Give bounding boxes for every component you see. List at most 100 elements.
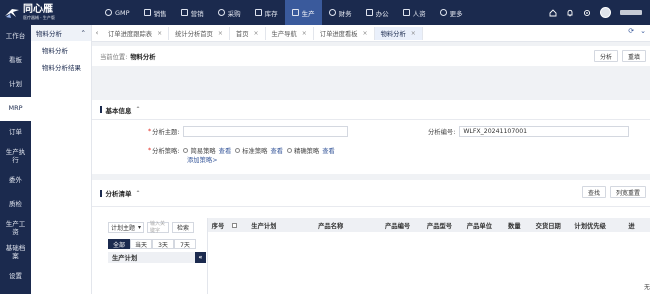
reset-button[interactable]: 重填 bbox=[621, 50, 646, 62]
column-header[interactable]: 产品型号 bbox=[420, 218, 460, 232]
sidebar-item[interactable]: 看板 bbox=[0, 49, 31, 73]
page-tab-bar: ‹ 订单进度跟踪表 × 统计分析首页 × 首页 × 生产导航 × 订单进度看板 × 物料分析 × ⟳ … bbox=[92, 25, 650, 42]
tab-scroll-left-icon[interactable]: ‹ bbox=[92, 29, 102, 37]
analysis-list-header[interactable]: 分析清单 ⌃ bbox=[92, 180, 650, 206]
subnav-item-analysis-results[interactable]: 物料分析结果 bbox=[31, 58, 91, 75]
filter-field-select[interactable]: 计划主题 ▾ bbox=[108, 221, 144, 233]
page-tab[interactable]: 首页 × bbox=[230, 26, 266, 40]
topnav-item[interactable]: 财务 bbox=[322, 0, 359, 25]
view-strategy-link[interactable]: 查看 bbox=[270, 146, 283, 155]
required-marker: * bbox=[148, 147, 152, 154]
column-header[interactable]: 产品名称 bbox=[286, 218, 376, 232]
refresh-icon[interactable]: ⟳ bbox=[628, 27, 634, 35]
page-tab[interactable]: 生产导航 × bbox=[266, 26, 314, 40]
top-right-tools bbox=[549, 0, 642, 25]
close-icon[interactable]: × bbox=[411, 30, 416, 37]
topnav-item[interactable]: 更多 bbox=[433, 0, 470, 25]
home-icon[interactable] bbox=[549, 8, 557, 17]
column-header[interactable]: 交货日期 bbox=[529, 218, 567, 232]
chevron-up-icon: ⌃ bbox=[135, 106, 141, 113]
view-strategy-link[interactable]: 查看 bbox=[219, 146, 232, 155]
sidebar-item[interactable]: 订单 bbox=[0, 121, 31, 145]
number-input[interactable]: WLFX_20241107001 bbox=[459, 126, 630, 137]
double-chevron-left-icon[interactable]: « bbox=[195, 252, 206, 263]
topnav-item[interactable]: 库存 bbox=[248, 0, 285, 25]
table-empty-text: 无 bbox=[643, 284, 650, 291]
date-range-button[interactable]: 7天 bbox=[174, 239, 196, 249]
close-icon[interactable]: × bbox=[302, 30, 307, 37]
strategy-radio[interactable]: 精确策略 查看 bbox=[287, 146, 335, 155]
close-icon[interactable]: × bbox=[254, 30, 259, 37]
page-tab[interactable]: 订单进度跟踪表 × bbox=[102, 26, 170, 40]
number-label: 分析编号: bbox=[428, 129, 456, 136]
column-header[interactable]: 进 bbox=[613, 218, 650, 232]
view-strategy-link[interactable]: 查看 bbox=[322, 146, 335, 155]
find-button[interactable]: 查找 bbox=[581, 186, 606, 198]
sidebar-item[interactable]: 工作台 bbox=[0, 25, 31, 49]
column-header[interactable]: 序号 bbox=[208, 218, 228, 232]
topnav-item[interactable]: GMP bbox=[98, 0, 137, 25]
topnav-item-label: 营销 bbox=[190, 9, 204, 18]
date-range-group: 全部 当天 3天 7天 bbox=[108, 239, 204, 249]
sidebar-item[interactable]: 计划 bbox=[0, 73, 31, 97]
column-header[interactable]: 产品单位 bbox=[459, 218, 499, 232]
close-icon[interactable]: × bbox=[157, 30, 162, 37]
add-strategy-link[interactable]: 添加策略> bbox=[187, 155, 217, 164]
date-range-button[interactable]: 全部 bbox=[108, 239, 130, 249]
plan-list-header: 生产计划 « bbox=[108, 252, 206, 263]
page-tab-label: 订单进度看板 bbox=[319, 30, 358, 38]
select-all-checkbox[interactable] bbox=[228, 218, 242, 232]
page-tab[interactable]: 物料分析 × bbox=[374, 26, 423, 40]
topnav-item[interactable]: 人资 bbox=[396, 0, 433, 25]
analysis-list-section: 分析清单 ⌃ 查找 列宽重置 计划主题 ▾ 输入关键字 检索 全部 当天 3天 7天 … bbox=[92, 180, 650, 294]
basic-info-section: 基本信息 ⌃ * 分析主题: 分析编号: WLFX_20241107001 * … bbox=[92, 100, 650, 174]
column-header[interactable]: 生产计划 bbox=[242, 218, 286, 232]
close-icon[interactable]: × bbox=[363, 30, 368, 37]
subject-input[interactable] bbox=[183, 126, 349, 137]
chevron-down-icon[interactable]: ⌄ bbox=[640, 27, 646, 35]
gear-icon[interactable] bbox=[583, 9, 591, 17]
brand-subtitle: 医疗器械 · 生产版 bbox=[23, 15, 55, 20]
column-header[interactable]: 计划优先级 bbox=[567, 218, 613, 232]
strategy-radio[interactable]: 标准策略 查看 bbox=[235, 146, 283, 155]
date-range-button[interactable]: 当天 bbox=[130, 239, 152, 249]
topnav-item[interactable]: 办公 bbox=[359, 0, 396, 25]
keyword-search-input[interactable]: 输入关键字 bbox=[147, 221, 169, 234]
close-icon[interactable]: × bbox=[218, 30, 223, 37]
analysis-table: 序号 生产计划 产品名称 产品编号 产品型号 产品单位 数量 交货日期 计划优先级进 无 bbox=[207, 218, 650, 294]
topnav-item[interactable]: 销售 bbox=[137, 0, 174, 25]
bell-icon[interactable] bbox=[566, 9, 574, 17]
search-button[interactable]: 检索 bbox=[172, 221, 195, 233]
sidebar-item[interactable]: 基础档案 bbox=[0, 241, 31, 265]
subnav-group-header[interactable]: 物料分析 ⌃ bbox=[31, 25, 91, 41]
page-tab-label: 首页 bbox=[235, 30, 249, 38]
date-range-button[interactable]: 3天 bbox=[152, 239, 174, 249]
brand-logo[interactable]: 同心雁 医疗器械 · 生产版 bbox=[0, 0, 70, 25]
page-tab-label: 物料分析 bbox=[380, 30, 406, 38]
subnav-item-material-analysis[interactable]: 物料分析 bbox=[31, 41, 91, 58]
sidebar-item[interactable]: 设置 bbox=[0, 265, 31, 289]
topnav-item[interactable]: 采购 bbox=[211, 0, 248, 25]
subnav-group-label: 物料分析 bbox=[36, 30, 62, 38]
sidebar-item[interactable]: 委外 bbox=[0, 169, 31, 193]
topnav-item[interactable]: 营销 bbox=[174, 0, 211, 25]
page-tab[interactable]: 订单进度看板 × bbox=[314, 26, 375, 40]
topnav-item-label: 财务 bbox=[338, 9, 352, 18]
sidebar-item[interactable]: 生产工资 bbox=[0, 217, 31, 241]
column-header[interactable]: 数量 bbox=[499, 218, 529, 232]
strategy-radio[interactable]: 简易策略 查看 bbox=[183, 146, 231, 155]
topnav-item[interactable]: 生产 bbox=[284, 0, 322, 25]
reset-column-width-button[interactable]: 列宽重置 bbox=[609, 186, 646, 198]
subject-label: 分析主题: bbox=[152, 129, 180, 136]
column-header[interactable]: 产品编号 bbox=[376, 218, 420, 232]
sidebar-item[interactable]: MRP bbox=[0, 97, 31, 121]
strategy-label: 分析策略: bbox=[152, 148, 180, 155]
sidebar-item[interactable]: 生产执行 bbox=[0, 145, 31, 169]
basic-info-header[interactable]: 基本信息 ⌃ bbox=[92, 100, 650, 119]
analyze-button[interactable]: 分析 bbox=[593, 50, 618, 62]
username-redacted[interactable] bbox=[620, 10, 642, 15]
sidebar-item[interactable]: 质检 bbox=[0, 193, 31, 217]
avatar[interactable] bbox=[600, 7, 611, 18]
primary-sidebar: 工作台 看板 计划 MRP 订单 生产执行 委外 质检 生产工资 基础档案 设置 bbox=[0, 25, 31, 294]
page-tab[interactable]: 统计分析首页 × bbox=[169, 26, 230, 40]
